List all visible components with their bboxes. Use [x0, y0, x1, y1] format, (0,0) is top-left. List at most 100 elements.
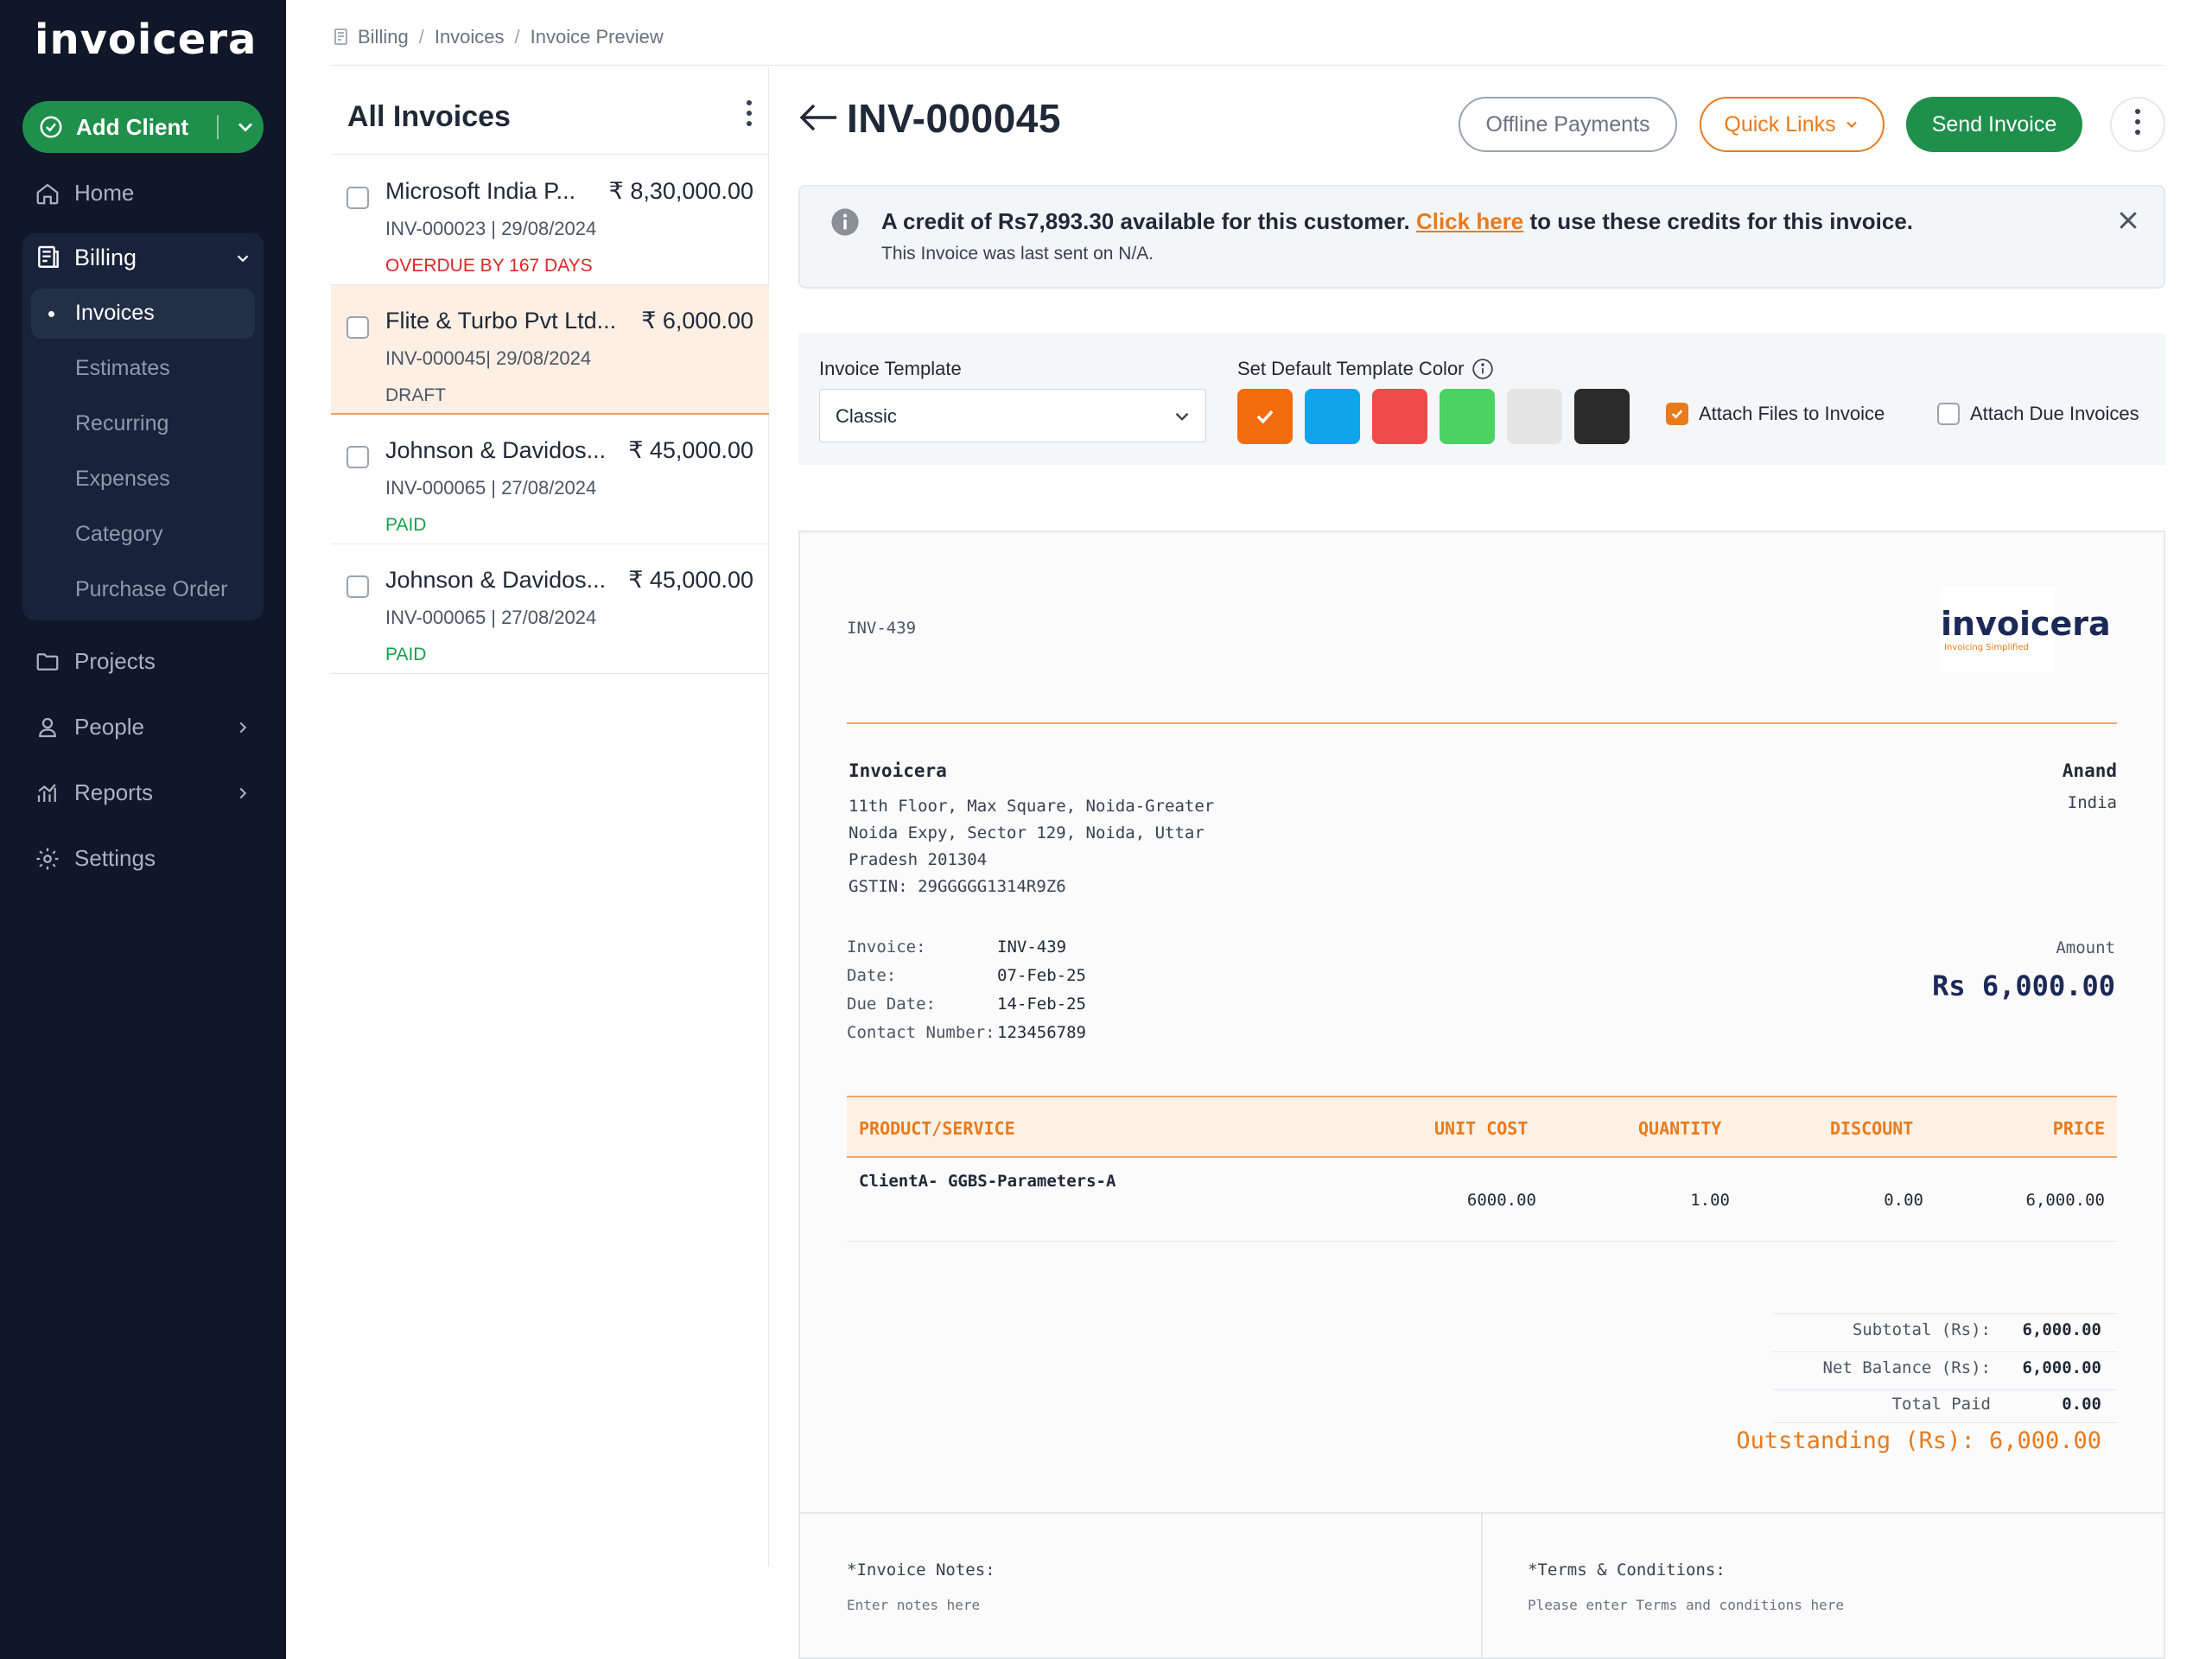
row-checkbox[interactable]	[346, 187, 369, 209]
sidebar-item-category[interactable]: Category	[75, 522, 162, 547]
nav-reports[interactable]: Reports	[35, 779, 247, 806]
attach-files-label: Attach Files to Invoice	[1699, 403, 1885, 424]
attach-due-label: Attach Due Invoices	[1970, 403, 2139, 424]
divider	[847, 722, 2117, 724]
nav-projects[interactable]: Projects	[35, 648, 156, 675]
attach-files-option[interactable]: Attach Files to Invoice	[1666, 403, 1885, 425]
more-vertical-icon	[2134, 109, 2141, 140]
billing-icon	[38, 245, 59, 268]
list-item[interactable]: Johnson & Davidos... ₹ 45,000.00 INV-000…	[331, 415, 769, 544]
chart-icon	[37, 783, 56, 802]
column-header: QUANTITY	[1638, 1118, 1722, 1139]
back-arrow-icon[interactable]	[798, 100, 838, 135]
quick-links-button[interactable]: Quick Links	[1700, 97, 1885, 152]
item-name: ClientA- GGBS-Parameters-A	[859, 1172, 1116, 1191]
terms-label: *Terms & Conditions:	[1528, 1560, 1726, 1580]
divider	[847, 1241, 2117, 1242]
breadcrumb: Billing / Invoices / Invoice Preview	[332, 26, 664, 48]
color-swatch-orange[interactable]	[1237, 389, 1293, 444]
meta-label: Invoice:	[847, 938, 926, 957]
terms-input[interactable]: Please enter Terms and conditions here	[1528, 1597, 1844, 1613]
list-item[interactable]: Flite & Turbo Pvt Ltd... ₹ 6,000.00 INV-…	[331, 285, 769, 415]
credit-text-end: to use these credits for this invoice.	[1523, 208, 1914, 234]
row-checkbox[interactable]	[346, 446, 369, 468]
color-label-text: Set Default Template Color	[1237, 358, 1465, 379]
active-dot	[48, 311, 54, 317]
row-checkbox[interactable]	[346, 575, 369, 598]
sidebar-item-invoices[interactable]: Invoices	[75, 301, 155, 326]
divider	[800, 1512, 2165, 1514]
notes-label: *Invoice Notes:	[847, 1560, 995, 1580]
nav-billing[interactable]: Billing	[35, 244, 249, 271]
brand-tagline: Invoicing Simplified	[1944, 643, 2029, 652]
attach-due-checkbox[interactable]	[1937, 403, 1960, 425]
nav-settings[interactable]: Settings	[35, 845, 156, 872]
invoice-amount: ₹ 45,000.00	[628, 567, 753, 593]
breadcrumb-separator: /	[418, 26, 424, 48]
invoice-meta-labels: Invoice: Date: Due Date: Contact Number:	[847, 933, 995, 1047]
credit-notice: A credit of Rs7,893.30 available for thi…	[798, 185, 2165, 289]
template-select[interactable]: Classic	[819, 389, 1206, 442]
nav-people-label: People	[74, 714, 144, 740]
page-title: INV-000045	[847, 96, 1061, 141]
meta-label: Date:	[847, 966, 897, 985]
invoice-amount: ₹ 45,000.00	[628, 437, 753, 463]
list-item[interactable]: Microsoft India P... ₹ 8,30,000.00 INV-0…	[331, 156, 769, 285]
amount-label: Amount	[2056, 938, 2115, 957]
chevron-down-icon[interactable]	[233, 115, 257, 139]
chevron-down-icon	[1846, 121, 1857, 129]
gstin: GSTIN: 29GGGGG1314R9Z6	[849, 877, 1066, 896]
nav-home[interactable]: Home	[35, 180, 134, 207]
sidebar-item-purchase-order[interactable]: Purchase Order	[75, 577, 227, 602]
brand-name: invoicera	[1941, 605, 2111, 643]
color-swatch-gray[interactable]	[1507, 389, 1562, 444]
meta-value: 07-Feb-25	[997, 966, 1086, 985]
nav-people[interactable]: People	[35, 714, 247, 741]
item-unit-cost: 6000.00	[1466, 1191, 1536, 1210]
color-swatch-red[interactable]	[1372, 389, 1427, 444]
color-swatch-blue[interactable]	[1305, 389, 1360, 444]
status-badge: PAID	[385, 515, 427, 535]
folder-icon	[36, 652, 59, 671]
sidebar-item-recurring[interactable]: Recurring	[75, 411, 168, 436]
attach-files-checkbox[interactable]	[1666, 403, 1688, 425]
breadcrumb-billing[interactable]: Billing	[358, 26, 409, 48]
list-item[interactable]: Johnson & Davidos... ₹ 45,000.00 INV-000…	[331, 544, 769, 674]
info-outline-icon[interactable]	[1471, 358, 1494, 380]
attach-due-option[interactable]: Attach Due Invoices	[1937, 403, 2139, 425]
template-settings: Invoice Template Classic Set Default Tem…	[798, 334, 2165, 465]
notes-input[interactable]: Enter notes here	[847, 1597, 980, 1613]
invoice-number: INV-439	[847, 619, 917, 638]
color-swatch-black[interactable]	[1574, 389, 1630, 444]
column-header: PRODUCT/SERVICE	[859, 1118, 1015, 1139]
add-client-label: Add Client	[76, 113, 188, 140]
subtotal-value: 6,000.00	[2022, 1320, 2101, 1339]
more-options-button[interactable]	[2110, 97, 2165, 152]
check-icon	[1256, 410, 1274, 424]
invoice-meta: INV-000045| 29/08/2024	[385, 347, 592, 369]
offline-payments-button[interactable]: Offline Payments	[1459, 97, 1677, 152]
net-balance-value: 6,000.00	[2022, 1358, 2101, 1377]
sidebar-item-expenses[interactable]: Expenses	[75, 467, 170, 492]
invoice-amount: ₹ 8,30,000.00	[608, 178, 753, 204]
add-client-button[interactable]: Add Client	[22, 101, 264, 153]
chevron-right-icon	[239, 721, 247, 733]
close-icon[interactable]	[2115, 207, 2141, 233]
breadcrumb-invoices[interactable]: Invoices	[435, 26, 505, 48]
invoice-amount: ₹ 6,000.00	[641, 308, 753, 334]
chevron-right-icon	[239, 787, 247, 798]
bill-to-name: Anand	[2062, 760, 2117, 781]
row-checkbox[interactable]	[346, 316, 369, 339]
items-table-header: PRODUCT/SERVICE UNIT COST QUANTITY DISCO…	[847, 1096, 2117, 1158]
list-menu-icon[interactable]	[746, 100, 753, 131]
sidebar-item-estimates[interactable]: Estimates	[75, 356, 170, 381]
button-separator	[217, 115, 219, 139]
color-swatch-green[interactable]	[1440, 389, 1495, 444]
meta-value: 123456789	[997, 1023, 1086, 1042]
use-credits-link[interactable]: Click here	[1416, 208, 1523, 234]
column-header: UNIT COST	[1434, 1118, 1529, 1139]
breadcrumb-current: Invoice Preview	[530, 26, 664, 48]
send-invoice-button[interactable]: Send Invoice	[1906, 97, 2082, 152]
credit-text: A credit of Rs7,893.30 available for thi…	[881, 208, 1416, 234]
divider	[1773, 1351, 2117, 1352]
